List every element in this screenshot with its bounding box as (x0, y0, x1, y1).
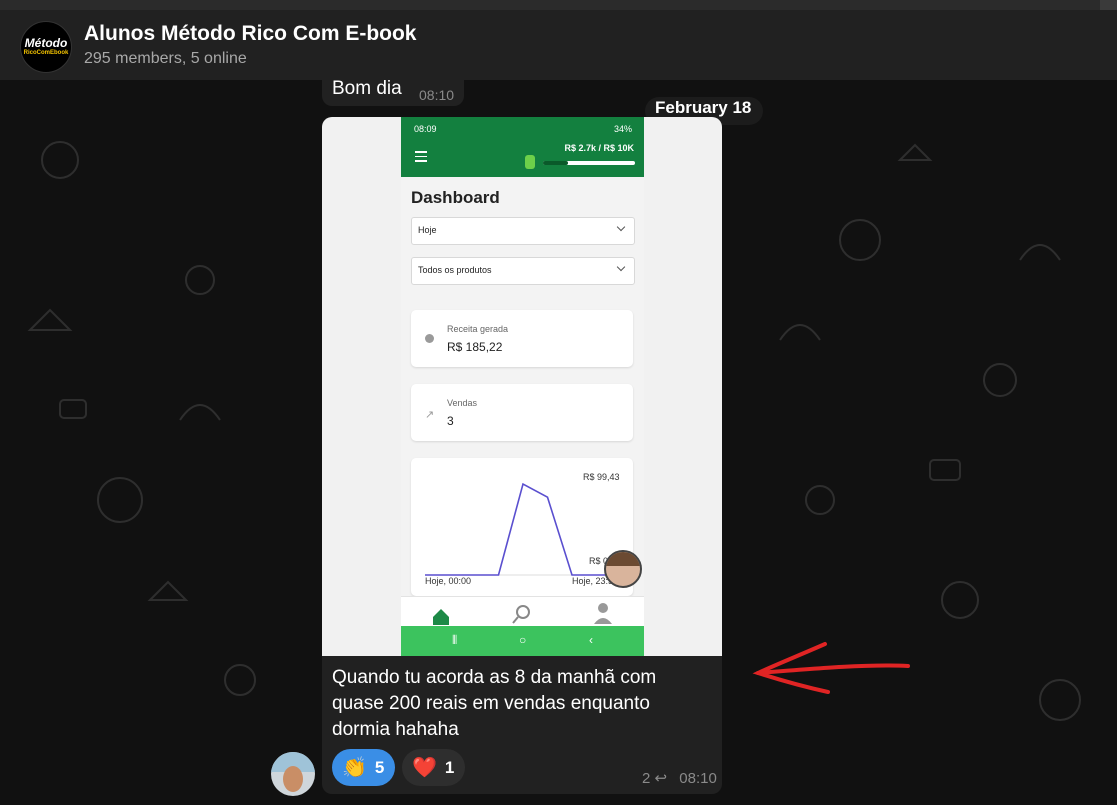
hamburger-menu-icon (415, 151, 427, 165)
message-bubble[interactable]: 08:09 34% R$ 2.7k / R$ 10K Dashboard Hoj… (322, 117, 722, 794)
chevron-down-icon (616, 222, 626, 232)
reply-count: 2 (642, 770, 651, 787)
chevron-down-icon (616, 262, 626, 272)
trend-up-icon: ↗ (425, 409, 435, 421)
home-circle-icon: ○ (519, 633, 527, 647)
status-battery: 34% (613, 124, 632, 134)
android-nav-bar: ⦀ ○ ‹ (401, 626, 644, 656)
goal-progress-fill (543, 161, 568, 165)
message-photo[interactable]: 08:09 34% R$ 2.7k / R$ 10K Dashboard Hoj… (322, 117, 722, 656)
chat-title[interactable]: Alunos Método Rico Com E-book (84, 22, 416, 46)
revenue-label: Receita gerada (447, 324, 509, 334)
goal-progress-bar (543, 161, 635, 165)
status-time: 08:09 (414, 124, 437, 134)
reaction-heart[interactable]: ❤️ 1 (402, 749, 465, 786)
app-header: 08:09 34% R$ 2.7k / R$ 10K (401, 117, 644, 177)
window-top-strip (0, 0, 1117, 10)
previous-message-text: Bom dia (332, 80, 402, 99)
reply-arrow-icon: ↩ (654, 770, 668, 787)
home-icon (433, 609, 449, 625)
heart-icon: ❤️ (412, 757, 437, 779)
reaction-count: 1 (444, 757, 455, 777)
previous-message-bubble[interactable]: Bom dia 08:10 (322, 80, 464, 106)
group-avatar[interactable]: Método RicoComEbook (20, 21, 72, 73)
app-bottom-nav (401, 596, 644, 627)
date-separator: February 18 (655, 98, 752, 117)
message-time: 08:10 (679, 770, 717, 787)
revenue-card: Receita gerada R$ 185,22 (411, 310, 633, 367)
revenue-value: R$ 185,22 (447, 340, 503, 354)
goal-badge-icon (525, 155, 535, 169)
chat-subtitle: 295 members, 5 online (84, 50, 247, 67)
product-select-value: Todos os produtos (418, 265, 492, 275)
sender-avatar[interactable] (271, 752, 315, 796)
chat-area[interactable]: Bom dia 08:10 February 18 08:09 34% R$ 2… (0, 80, 1117, 805)
chart-max-label: R$ 99,43 (583, 472, 620, 482)
recent-apps-icon: ⦀ (452, 633, 458, 647)
back-icon: ‹ (589, 633, 593, 647)
dashboard-title: Dashboard (411, 188, 500, 207)
goal-text: R$ 2.7k / R$ 10K (564, 143, 634, 153)
period-select: Hoje (411, 217, 635, 245)
sales-value: 3 (447, 414, 454, 428)
sales-chart: R$ 99,43 R$ 0 Hoje, 00:00 Hoje, 23:5 (411, 458, 633, 596)
message-meta: 2 ↩ 08:10 (642, 769, 717, 787)
previous-message-time: 08:10 (419, 87, 455, 103)
reply-thumbnail-avatar (604, 550, 642, 588)
sales-card: ↗ Vendas 3 (411, 384, 633, 441)
reaction-count: 5 (374, 757, 385, 777)
product-select: Todos os produtos (411, 257, 635, 285)
message-caption: Quando tu acorda as 8 da manhã com quase… (332, 667, 657, 740)
clap-icon: 👏 (342, 757, 367, 779)
logo-text-main: Método (24, 36, 68, 50)
logo-text-sub: RicoComEbook (23, 50, 69, 56)
sales-label: Vendas (447, 398, 478, 408)
red-arrow-annotation (752, 642, 910, 694)
chart-x-start-label: Hoje, 00:00 (425, 576, 472, 586)
search-icon (516, 605, 530, 619)
coin-icon (425, 334, 434, 343)
chat-header[interactable]: Método RicoComEbook Alunos Método Rico C… (0, 10, 1117, 80)
reaction-clap[interactable]: 👏 5 (332, 749, 395, 786)
period-select-value: Hoje (418, 225, 437, 235)
profile-icon (598, 603, 608, 613)
